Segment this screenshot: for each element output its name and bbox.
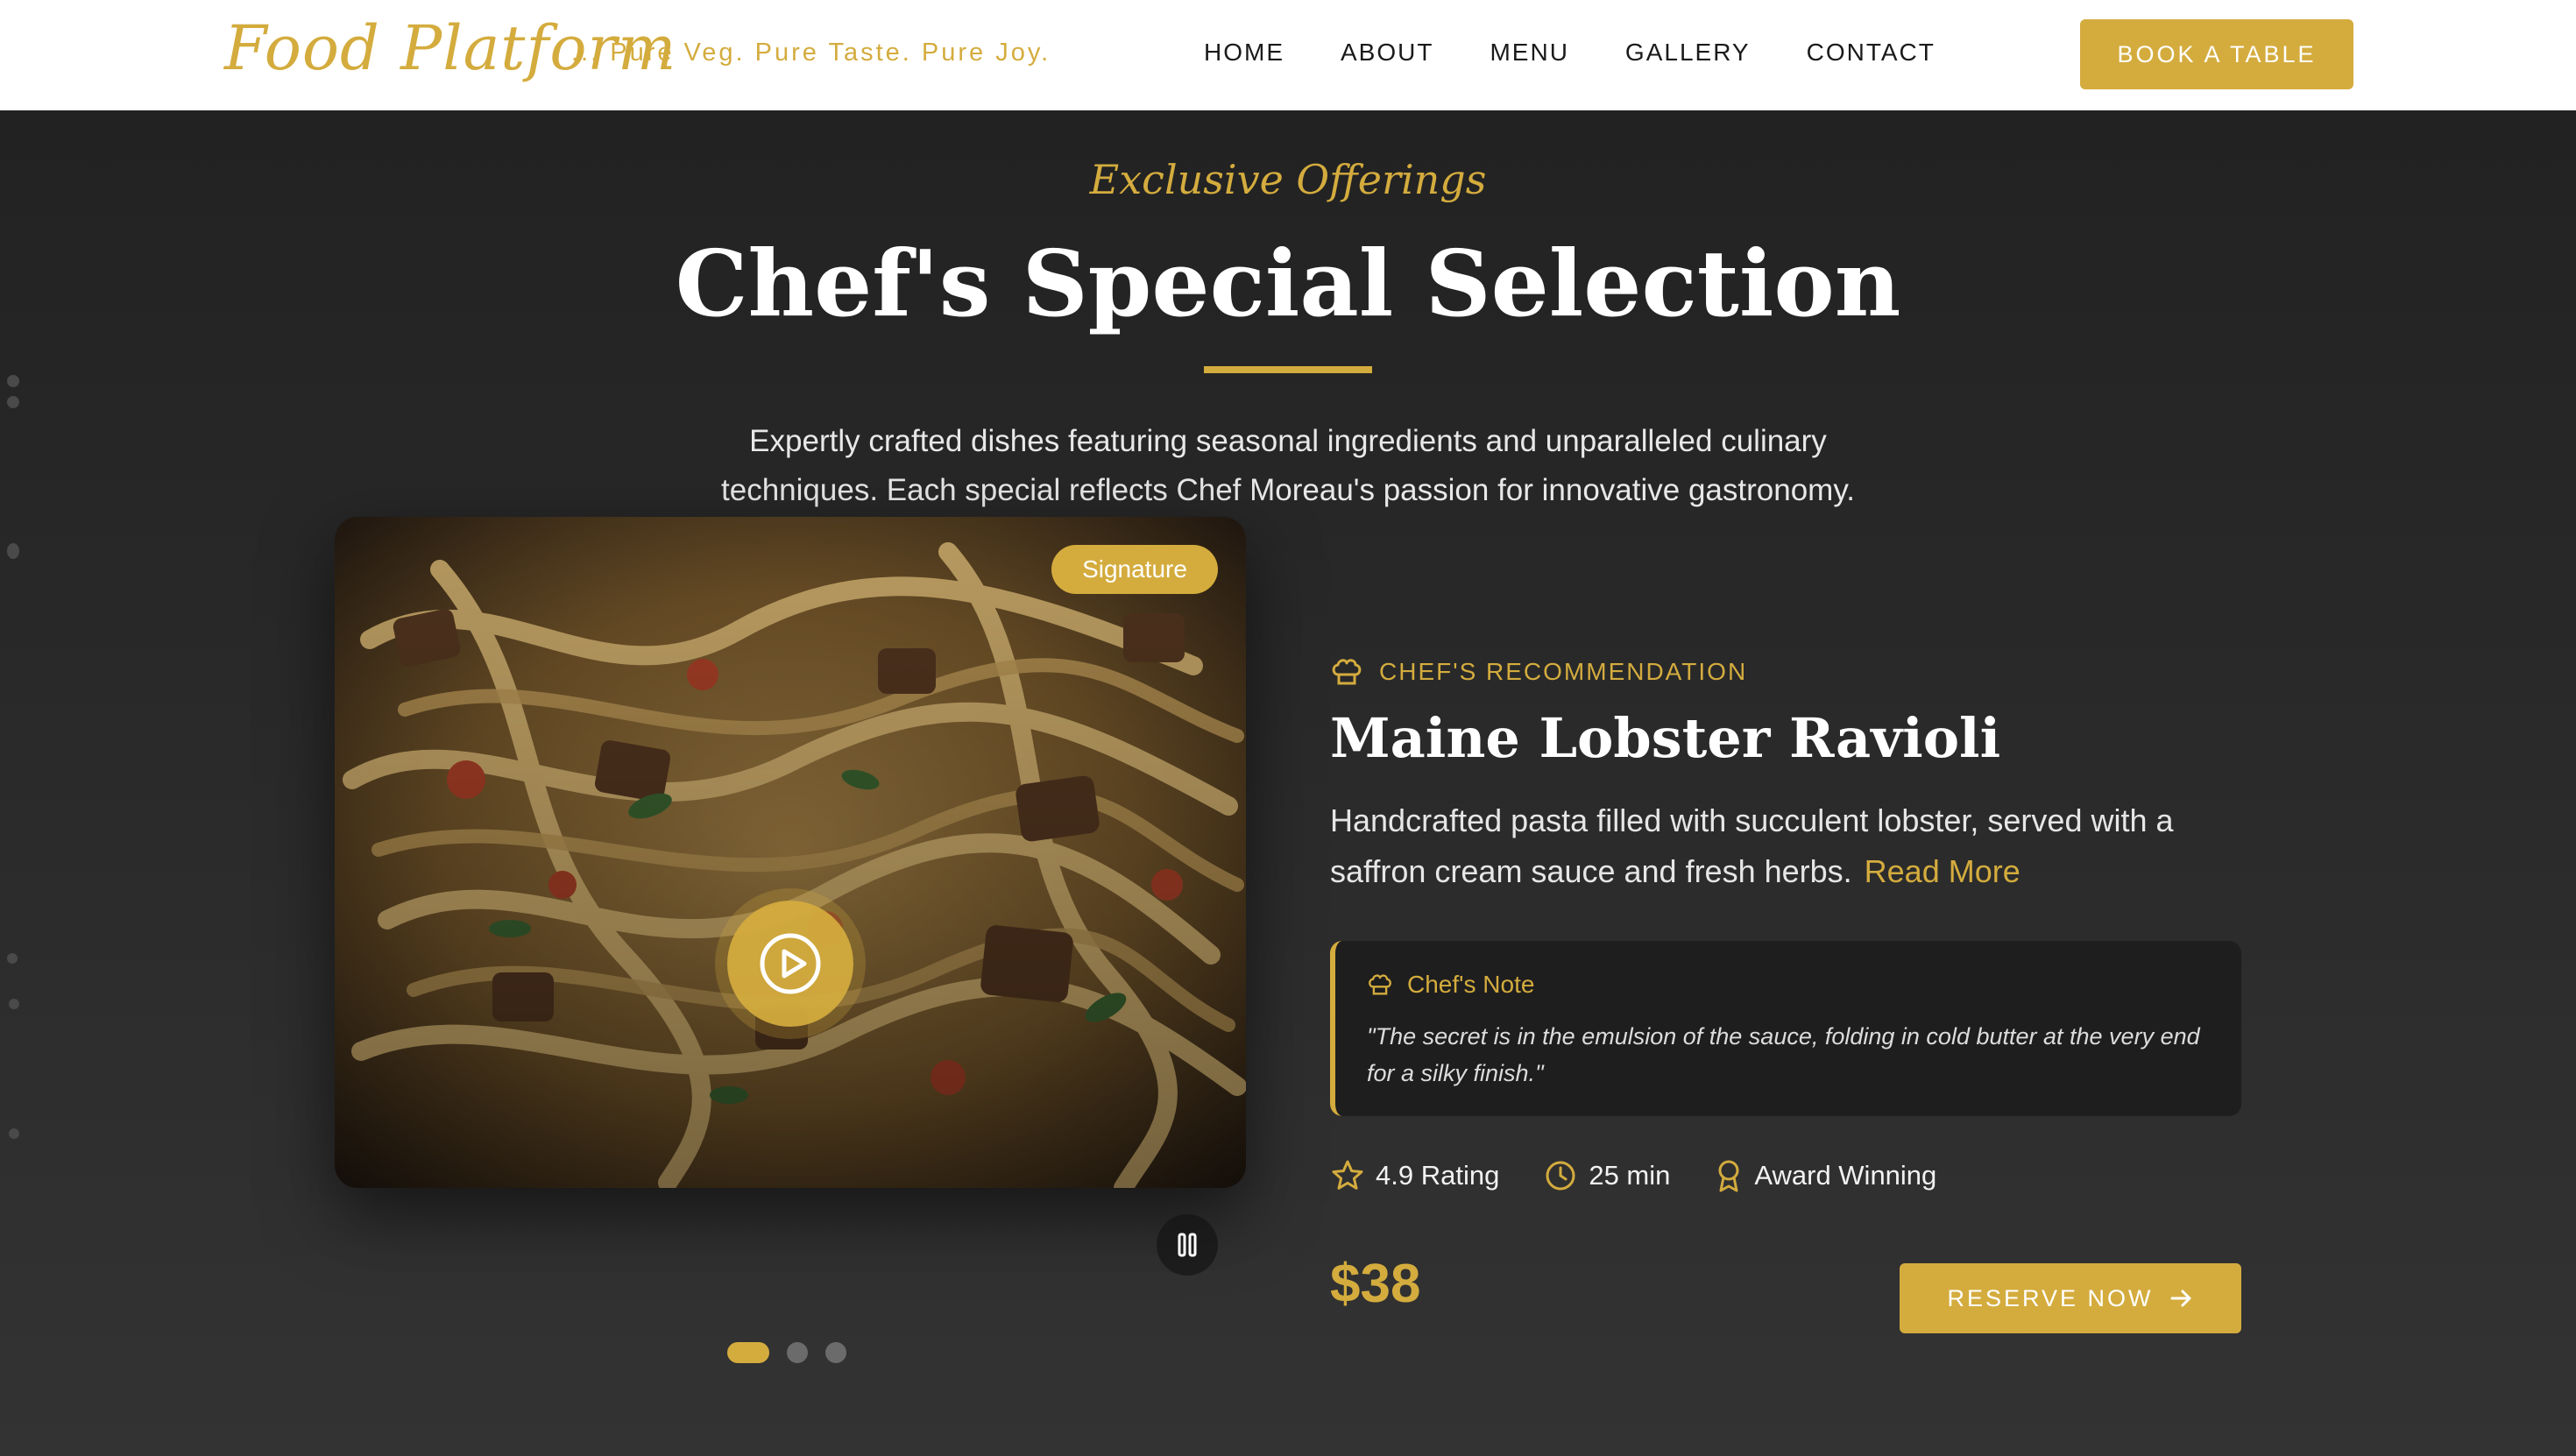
title-divider [1204,366,1372,373]
nav-link-home[interactable]: HOME [1204,39,1284,67]
rating-text: 4.9 Rating [1376,1160,1500,1191]
site-tagline: ... Pure Veg. Pure Taste. Pure Joy. [571,39,1051,67]
carousel-indicators [727,1342,846,1363]
play-circle-icon [760,933,821,994]
read-more-link[interactable]: Read More [1865,853,2020,889]
section-title: Chef's Special Selection [675,230,1901,337]
recommendation-text: CHEF'S RECOMMENDATION [1379,658,1748,685]
decor-dot [7,396,19,408]
nav-link-contact[interactable]: CONTACT [1807,39,1936,67]
chef-hat-icon [1369,974,1391,995]
clock-icon [1546,1161,1575,1191]
chef-note-card: Chef's Note "The secret is in the emulsi… [1330,941,2241,1116]
nav-link-about[interactable]: ABOUT [1341,39,1433,67]
book-table-button[interactable]: BOOK A TABLE [2080,19,2353,89]
nav-link-gallery[interactable]: GALLERY [1625,39,1751,67]
nav-links: HOME ABOUT MENU GALLERY CONTACT [1204,39,1992,67]
signature-badge: Signature [1051,545,1218,594]
dish-media-carousel[interactable] [335,517,1246,1188]
time-stat: 25 min [1543,1158,1670,1193]
dish-price: $38 [1330,1254,1421,1314]
pause-icon [1178,1233,1197,1257]
carousel-dot-3[interactable] [825,1342,846,1363]
reserve-now-label: RESERVE NOW [1947,1284,2154,1311]
nav-link-menu[interactable]: MENU [1490,39,1568,67]
star-icon [1332,1160,1363,1190]
decor-dot [7,953,18,964]
decor-dot [9,1128,19,1139]
award-icon [1718,1160,1739,1192]
section-eyebrow: Exclusive Offerings [1089,156,1487,203]
arrow-right-icon [2170,1290,2191,1307]
award-text: Award Winning [1754,1160,1937,1191]
chef-note-title: Chef's Note [1407,971,1535,998]
dish-photo [335,517,1246,1188]
dish-description-text: Handcrafted pasta filled with succulent … [1330,802,2174,889]
dish-description: Handcrafted pasta filled with succulent … [1330,795,2259,897]
play-video-button[interactable] [727,901,853,1027]
decor-dot [7,375,19,387]
section-intro: Expertly crafted dishes featuring season… [721,424,1855,507]
decor-dot [7,543,19,559]
time-text: 25 min [1589,1160,1671,1191]
dish-name: Maine Lobster Ravioli [1330,706,2001,770]
top-navbar: Food Platform ... Pure Veg. Pure Taste. … [0,0,2576,110]
dish-stats: 4.9 Rating 25 min Award Winning [1330,1158,1980,1193]
chef-hat-icon [1332,659,1362,685]
rating-stat: 4.9 Rating [1330,1158,1499,1193]
chef-recommendation-label: CHEF'S RECOMMENDATION [1330,657,1747,687]
chef-note-text: "The secret is in the emulsion of the sa… [1367,1023,2200,1086]
carousel-dot-2[interactable] [787,1342,808,1363]
award-stat: Award Winning [1714,1158,1936,1193]
decor-dot [9,999,19,1009]
chef-note-header: Chef's Note [1367,971,1534,999]
carousel-dot-1[interactable] [727,1342,769,1363]
pause-button[interactable] [1157,1214,1218,1276]
reserve-now-button[interactable]: RESERVE NOW [1900,1263,2241,1333]
